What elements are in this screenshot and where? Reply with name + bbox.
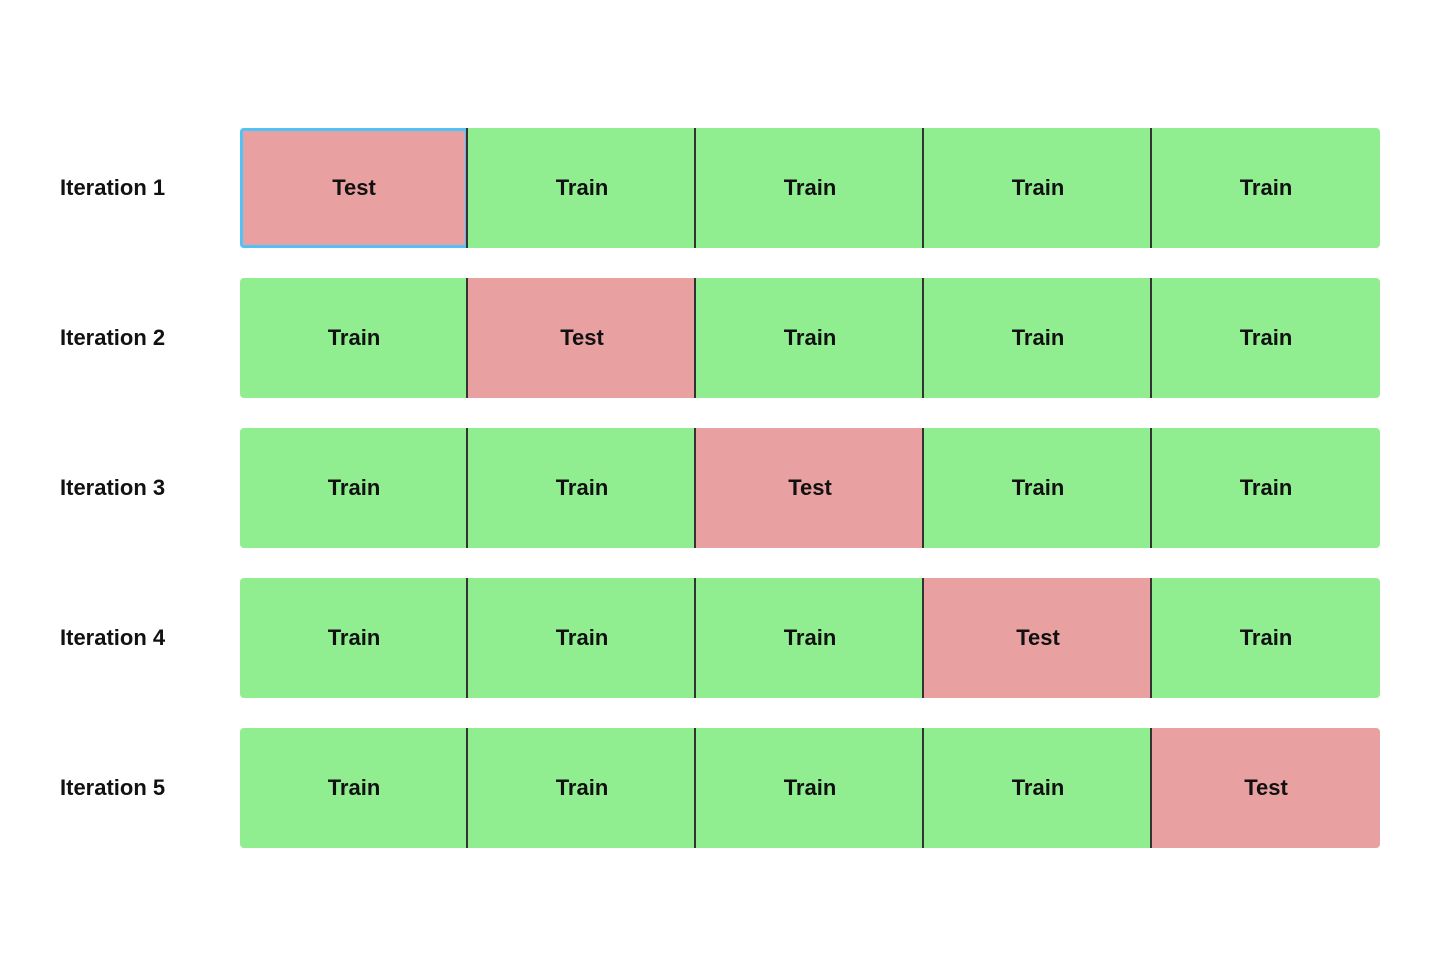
fold-3-3: Test xyxy=(696,428,924,548)
fold-1-1: Test xyxy=(240,128,468,248)
fold-2-3: Train xyxy=(696,278,924,398)
iteration-label-2: Iteration 2 xyxy=(60,325,240,351)
fold-4-2: Train xyxy=(468,578,696,698)
iteration-row-5: Iteration 5TrainTrainTrainTrainTest xyxy=(60,728,1380,848)
folds-container-4: TrainTrainTrainTestTrain xyxy=(240,578,1380,698)
fold-5-1: Train xyxy=(240,728,468,848)
folds-container-5: TrainTrainTrainTrainTest xyxy=(240,728,1380,848)
main-container: Iteration 1TestTrainTrainTrainTrainItera… xyxy=(0,88,1440,888)
fold-5-5: Test xyxy=(1152,728,1380,848)
fold-4-3: Train xyxy=(696,578,924,698)
fold-2-1: Train xyxy=(240,278,468,398)
fold-5-2: Train xyxy=(468,728,696,848)
iteration-label-1: Iteration 1 xyxy=(60,175,240,201)
fold-4-1: Train xyxy=(240,578,468,698)
fold-1-5: Train xyxy=(1152,128,1380,248)
iteration-row-4: Iteration 4TrainTrainTrainTestTrain xyxy=(60,578,1380,698)
fold-4-4: Test xyxy=(924,578,1152,698)
fold-3-5: Train xyxy=(1152,428,1380,548)
fold-2-2: Test xyxy=(468,278,696,398)
fold-2-4: Train xyxy=(924,278,1152,398)
folds-container-1: TestTrainTrainTrainTrain xyxy=(240,128,1380,248)
iteration-label-3: Iteration 3 xyxy=(60,475,240,501)
fold-5-3: Train xyxy=(696,728,924,848)
fold-1-2: Train xyxy=(468,128,696,248)
iteration-row-3: Iteration 3TrainTrainTestTrainTrain xyxy=(60,428,1380,548)
fold-3-1: Train xyxy=(240,428,468,548)
folds-container-3: TrainTrainTestTrainTrain xyxy=(240,428,1380,548)
fold-3-2: Train xyxy=(468,428,696,548)
fold-1-4: Train xyxy=(924,128,1152,248)
fold-4-5: Train xyxy=(1152,578,1380,698)
fold-5-4: Train xyxy=(924,728,1152,848)
fold-1-3: Train xyxy=(696,128,924,248)
folds-container-2: TrainTestTrainTrainTrain xyxy=(240,278,1380,398)
iteration-row-2: Iteration 2TrainTestTrainTrainTrain xyxy=(60,278,1380,398)
fold-2-5: Train xyxy=(1152,278,1380,398)
fold-3-4: Train xyxy=(924,428,1152,548)
iteration-label-5: Iteration 5 xyxy=(60,775,240,801)
iteration-label-4: Iteration 4 xyxy=(60,625,240,651)
iteration-row-1: Iteration 1TestTrainTrainTrainTrain xyxy=(60,128,1380,248)
